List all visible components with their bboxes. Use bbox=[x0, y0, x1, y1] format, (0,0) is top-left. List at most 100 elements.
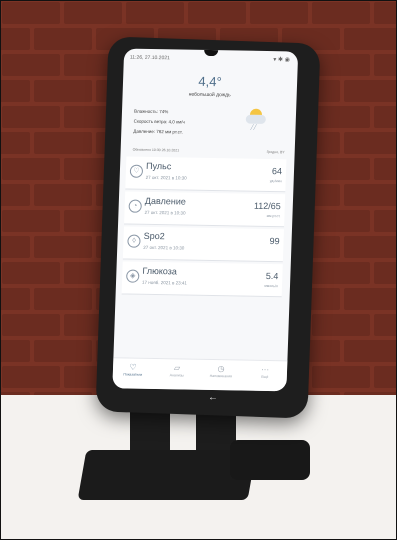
brick bbox=[0, 28, 30, 50]
nav-item-reminders[interactable]: ◷ Напоминания bbox=[201, 364, 241, 379]
weather-location: Гродно, BY bbox=[266, 149, 285, 155]
glucose-icon: ◈ bbox=[126, 269, 140, 283]
photo-scene: 11:26, 27.10.2021 ▾ ✱ ◉ 4,4° небольшой д… bbox=[0, 0, 397, 540]
brick bbox=[312, 210, 370, 232]
brick bbox=[312, 262, 370, 284]
metric-date: 27 окт. 2021 в 10:30 bbox=[143, 244, 185, 251]
brick bbox=[250, 2, 308, 24]
brick bbox=[374, 366, 397, 388]
rain-icon: ╱╱ bbox=[250, 124, 257, 131]
metric-card-spo2[interactable]: ◊ Spo2 27 окт. 2021 в 10:30 99 bbox=[122, 226, 284, 263]
brick bbox=[374, 210, 397, 232]
brick bbox=[2, 210, 60, 232]
brick bbox=[344, 80, 397, 102]
brick bbox=[312, 158, 370, 180]
metric-value: 64 bbox=[271, 166, 283, 177]
drop-icon: ◊ bbox=[127, 234, 141, 248]
nav-item-metrics[interactable]: ♡ Показатели bbox=[113, 362, 153, 377]
brick bbox=[64, 2, 122, 24]
brick bbox=[34, 184, 92, 206]
brick bbox=[126, 2, 184, 24]
brick bbox=[2, 366, 60, 388]
brick bbox=[2, 262, 60, 284]
brick bbox=[312, 366, 370, 388]
brick bbox=[374, 158, 397, 180]
phone-screen: 11:26, 27.10.2021 ▾ ✱ ◉ 4,4° небольшой д… bbox=[112, 48, 299, 392]
metric-value: 99 bbox=[269, 236, 280, 247]
brick bbox=[374, 262, 397, 284]
more-icon: ··· bbox=[260, 364, 270, 375]
nav-label: Показатели bbox=[123, 372, 143, 377]
brick bbox=[374, 54, 397, 76]
metric-unit: ммоль/л bbox=[264, 283, 279, 289]
pulse-icon: ♡ bbox=[129, 362, 137, 372]
brick bbox=[312, 54, 370, 76]
brick bbox=[0, 288, 30, 310]
metric-name: Пульс bbox=[145, 160, 172, 172]
brick bbox=[34, 288, 92, 310]
brick bbox=[374, 2, 397, 24]
brick bbox=[34, 28, 92, 50]
brick bbox=[0, 80, 30, 102]
metric-unit: мм рт.ст. bbox=[266, 213, 281, 219]
brick bbox=[188, 2, 246, 24]
cloud-icon bbox=[245, 114, 266, 124]
brick bbox=[344, 340, 397, 362]
weather-pressure: Давление: 762 мм рт.ст. bbox=[133, 128, 183, 135]
brick bbox=[0, 184, 30, 206]
metric-card-glucose[interactable]: ◈ Глюкоза 17 нояб. 2021 в 23:41 5.4 ммол… bbox=[121, 261, 283, 298]
metric-name: Spo2 bbox=[143, 230, 165, 242]
nav-label: Анализы bbox=[169, 373, 185, 378]
brick bbox=[312, 2, 370, 24]
clock-icon: ◷ bbox=[217, 364, 225, 374]
nav-item-analyses[interactable]: ▱ Анализы bbox=[157, 363, 197, 378]
nav-label: Напоминания bbox=[209, 373, 233, 379]
status-icons: ▾ ✱ ◉ bbox=[273, 57, 290, 64]
brick bbox=[2, 158, 60, 180]
brick bbox=[0, 236, 30, 258]
brick bbox=[2, 106, 60, 128]
metric-date: 27 окт. 2021 в 10:30 bbox=[144, 209, 186, 216]
metric-name: Глюкоза bbox=[142, 265, 178, 277]
metric-card-pulse[interactable]: ♡ Пульс 27 окт. 2021 в 10:30 64 уд./мин bbox=[125, 156, 287, 193]
weather-wind: Скорость ветра: 4,0 км/ч bbox=[133, 118, 185, 125]
metric-name: Давление bbox=[144, 195, 187, 207]
bottom-navigation: ♡ Показатели ▱ Анализы ◷ Напоминания ···… bbox=[112, 357, 288, 392]
phone-stand-foot bbox=[230, 440, 310, 480]
heart-icon: ♡ bbox=[129, 164, 144, 178]
nav-label: Ещё bbox=[261, 374, 269, 380]
brick bbox=[2, 54, 60, 76]
back-arrow-icon[interactable]: ← bbox=[208, 392, 219, 404]
nav-item-more[interactable]: ··· Ещё bbox=[245, 365, 285, 380]
brick bbox=[344, 132, 397, 154]
brick bbox=[0, 132, 30, 154]
brick bbox=[344, 184, 397, 206]
brick bbox=[2, 314, 60, 336]
brick bbox=[34, 80, 92, 102]
weather-condition: небольшой дождь bbox=[188, 91, 231, 99]
weather-humidity: Влажность: 74% bbox=[133, 108, 169, 115]
brick bbox=[0, 340, 30, 362]
brick bbox=[344, 28, 397, 50]
metric-card-pressure[interactable]: ◔ Давление 27 окт. 2021 в 10:30 112/65 м… bbox=[124, 191, 286, 228]
metric-date: 17 нояб. 2021 в 23:41 bbox=[141, 279, 188, 286]
brick bbox=[34, 236, 92, 258]
metric-value: 112/65 bbox=[253, 200, 281, 212]
brick bbox=[2, 2, 60, 24]
smartphone: 11:26, 27.10.2021 ▾ ✱ ◉ 4,4° небольшой д… bbox=[95, 36, 321, 419]
brick bbox=[344, 288, 397, 310]
brick bbox=[374, 106, 397, 128]
weather-temperature: 4,4° bbox=[198, 73, 222, 90]
gauge-icon: ◔ bbox=[128, 199, 142, 213]
brick bbox=[344, 236, 397, 258]
chart-icon: ▱ bbox=[173, 363, 181, 373]
brick bbox=[312, 314, 370, 336]
status-time: 11:26, 27.10.2021 bbox=[129, 54, 170, 62]
brick bbox=[374, 314, 397, 336]
weather-updated: Обновлено 10:30 26.10.2021 bbox=[132, 147, 180, 153]
brick bbox=[312, 106, 370, 128]
metric-date: 27 окт. 2021 в 10:30 bbox=[145, 174, 187, 181]
metric-value: 5.4 bbox=[265, 270, 279, 282]
brick bbox=[34, 132, 92, 154]
metric-unit: уд./мин bbox=[269, 179, 282, 184]
